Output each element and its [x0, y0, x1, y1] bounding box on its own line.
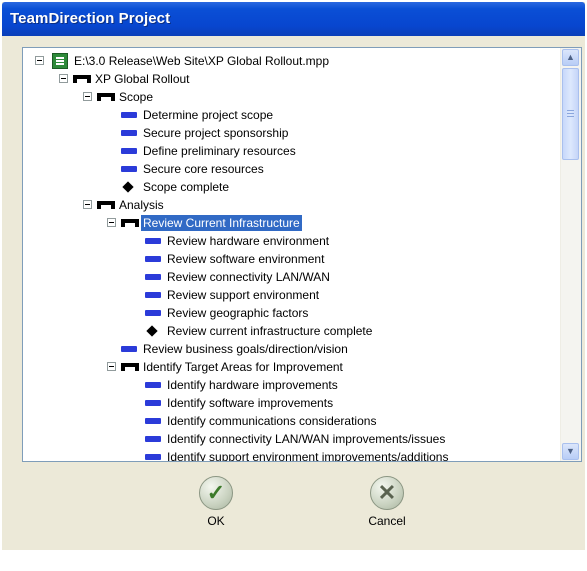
- task-icon: [121, 160, 137, 178]
- tree-node-project-file[interactable]: E:\3.0 Release\Web Site\XP Global Rollou…: [35, 52, 331, 70]
- tree-node-task[interactable]: Review connectivity LAN/WAN: [145, 268, 332, 286]
- tree-node-label: XP Global Rollout: [95, 72, 190, 86]
- tree-node-label: Review support environment: [167, 288, 320, 302]
- tree-node-label: Identify hardware improvements: [167, 378, 338, 392]
- tree-node-task[interactable]: Determine project scope: [121, 106, 275, 124]
- tree-node-label: Review software environment: [167, 252, 325, 266]
- grip-line: [567, 113, 574, 114]
- task-icon: [145, 394, 161, 412]
- tree-node-label: Identify Target Areas for Improvement: [143, 360, 343, 374]
- tree-node-task[interactable]: Review support environment: [145, 286, 321, 304]
- tree-node-summary-selected[interactable]: Review Current Infrastructure: [107, 214, 303, 232]
- tree-node-label: Review hardware environment: [167, 234, 330, 248]
- collapse-toggle-icon[interactable]: [107, 362, 116, 371]
- tree-node-task[interactable]: Review geographic factors: [145, 304, 310, 322]
- collapse-toggle-icon[interactable]: [83, 200, 92, 209]
- dialog-window: TeamDirection Project E:\3.0 Release\Web…: [2, 2, 585, 550]
- checkmark-icon: ✓: [199, 476, 233, 510]
- tree-node-task[interactable]: Secure core resources: [121, 160, 266, 178]
- tree-content: E:\3.0 Release\Web Site\XP Global Rollou…: [23, 48, 561, 461]
- tree-node-label: Scope complete: [143, 180, 230, 194]
- tree-node-summary[interactable]: Analysis: [83, 196, 166, 214]
- task-icon: [145, 376, 161, 394]
- tree-node-task[interactable]: Review hardware environment: [145, 232, 331, 250]
- project-tree-view[interactable]: E:\3.0 Release\Web Site\XP Global Rollou…: [22, 47, 582, 462]
- task-icon: [145, 232, 161, 250]
- task-icon: [121, 106, 137, 124]
- summary-task-icon: [97, 88, 115, 106]
- task-icon: [121, 124, 137, 142]
- tree-node-label: Identify communications considerations: [167, 414, 377, 428]
- tree-node-task[interactable]: Review business goals/direction/vision: [121, 340, 350, 358]
- tree-node-milestone[interactable]: Review current infrastructure complete: [145, 322, 374, 340]
- cancel-button[interactable]: ✕ Cancel: [347, 474, 427, 544]
- summary-task-icon: [97, 196, 115, 214]
- tree-node-label: Review current infrastructure complete: [167, 324, 373, 338]
- title-bar[interactable]: TeamDirection Project: [2, 2, 585, 36]
- task-icon: [145, 304, 161, 322]
- task-icon: [121, 142, 137, 160]
- tree-node-task[interactable]: Identify connectivity LAN/WAN improvemen…: [145, 430, 447, 448]
- summary-task-icon: [121, 214, 139, 232]
- collapse-toggle-icon[interactable]: [107, 218, 116, 227]
- tree-node-label: Determine project scope: [143, 108, 274, 122]
- tree-node-summary[interactable]: XP Global Rollout: [59, 70, 192, 88]
- collapse-toggle-icon[interactable]: [35, 56, 44, 65]
- tree-node-summary[interactable]: Identify Target Areas for Improvement: [107, 358, 345, 376]
- tree-node-label: E:\3.0 Release\Web Site\XP Global Rollou…: [74, 54, 330, 68]
- task-icon: [145, 250, 161, 268]
- summary-task-icon: [73, 70, 91, 88]
- tree-node-milestone[interactable]: Scope complete: [121, 178, 231, 196]
- summary-task-icon: [121, 358, 139, 376]
- vertical-scrollbar[interactable]: ▲ ▼: [560, 48, 581, 461]
- cancel-button-label: Cancel: [368, 514, 406, 528]
- project-file-icon: [52, 53, 68, 69]
- task-icon: [145, 286, 161, 304]
- tree-node-task[interactable]: Identify communications considerations: [145, 412, 378, 430]
- task-icon: [145, 412, 161, 430]
- tree-node-label: Identify software improvements: [167, 396, 334, 410]
- window-title: TeamDirection Project: [10, 10, 171, 27]
- milestone-diamond-icon: [121, 178, 137, 196]
- tree-node-label: Scope: [119, 90, 154, 104]
- ok-button-label: OK: [207, 514, 225, 528]
- tree-node-label: Secure core resources: [143, 162, 264, 176]
- collapse-toggle-icon[interactable]: [59, 74, 68, 83]
- tree-node-task[interactable]: Identify software improvements: [145, 394, 335, 412]
- tree-node-label: Identify support environment improvement…: [167, 450, 449, 461]
- task-icon: [145, 268, 161, 286]
- tree-node-summary[interactable]: Scope: [83, 88, 155, 106]
- task-icon: [121, 340, 137, 358]
- milestone-diamond-icon: [145, 322, 161, 340]
- grip-line: [567, 116, 574, 117]
- collapse-toggle-icon[interactable]: [83, 92, 92, 101]
- tree-node-label: Review geographic factors: [167, 306, 309, 320]
- task-icon: [145, 448, 161, 461]
- tree-node-label: Review business goals/direction/vision: [143, 342, 348, 356]
- tree-node-task[interactable]: Identify hardware improvements: [145, 376, 340, 394]
- tree-node-task[interactable]: Secure project sponsorship: [121, 124, 290, 142]
- tree-node-task[interactable]: Identify support environment improvement…: [145, 448, 450, 461]
- scroll-up-arrow-icon[interactable]: ▲: [562, 49, 579, 66]
- tree-node-label: Review connectivity LAN/WAN: [167, 270, 330, 284]
- grip-line: [567, 110, 574, 111]
- tree-node-label: Secure project sponsorship: [143, 126, 289, 140]
- cancel-x-icon: ✕: [370, 476, 404, 510]
- scrollbar-thumb[interactable]: [562, 68, 579, 160]
- tree-node-label: Define preliminary resources: [143, 144, 296, 158]
- tree-node-task[interactable]: Review software environment: [145, 250, 326, 268]
- task-icon: [145, 430, 161, 448]
- tree-node-label: Identify connectivity LAN/WAN improvemen…: [167, 432, 446, 446]
- tree-node-label: Review Current Infrastructure: [140, 214, 303, 232]
- tree-node-task[interactable]: Define preliminary resources: [121, 142, 298, 160]
- ok-button[interactable]: ✓ OK: [176, 474, 256, 544]
- scroll-down-arrow-icon[interactable]: ▼: [562, 443, 579, 460]
- tree-node-label: Analysis: [119, 198, 164, 212]
